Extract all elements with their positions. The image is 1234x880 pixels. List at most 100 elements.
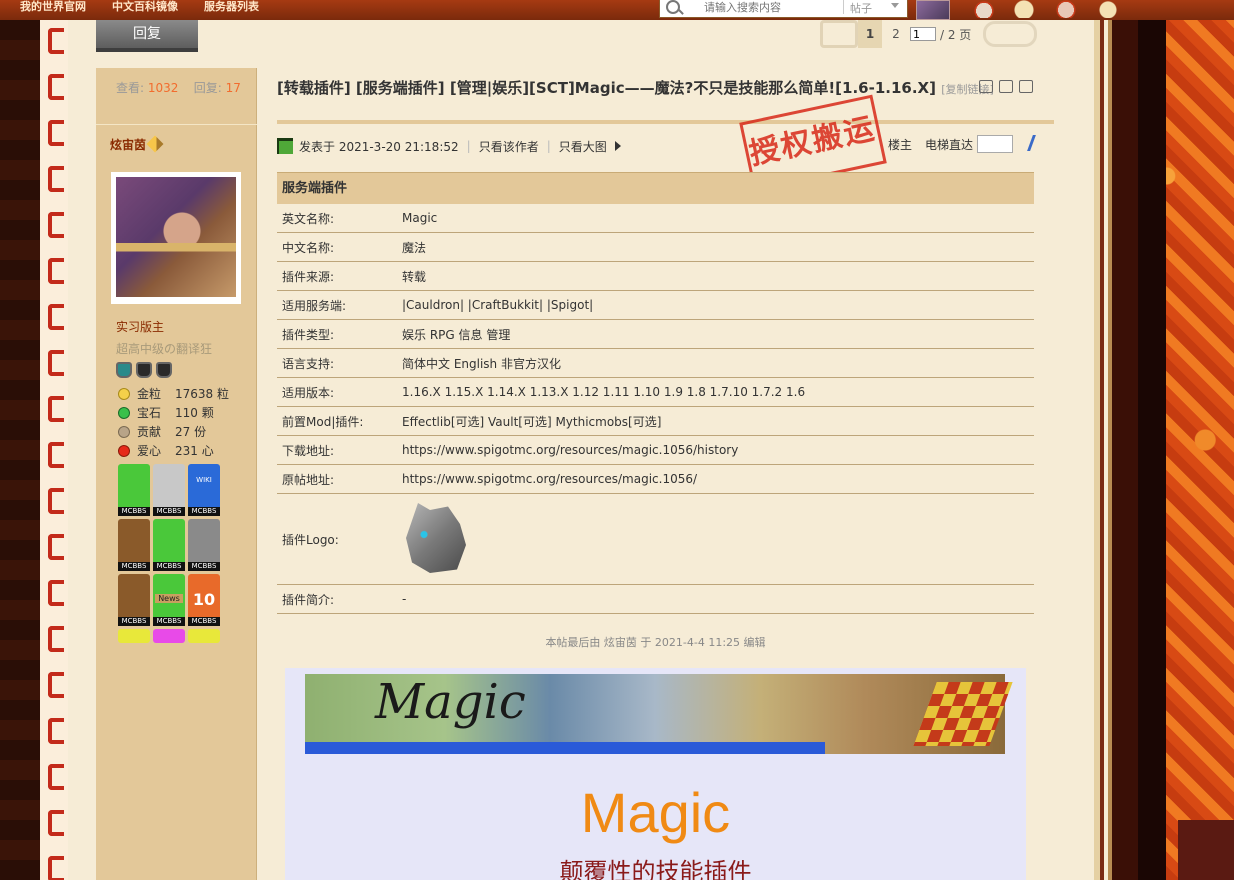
search-icon[interactable]	[666, 0, 680, 14]
medal-icon[interactable]: MCBBS	[118, 574, 150, 626]
settings-icon[interactable]	[1094, 0, 1122, 18]
medal-icon[interactable]: MCBBS	[153, 464, 185, 516]
rope-decoration	[48, 166, 64, 192]
floor-label: 楼主	[888, 138, 913, 152]
author-avatar[interactable]	[111, 172, 241, 304]
medal-icon[interactable]	[153, 629, 185, 643]
user-custom-title: 超高中级の翻译狂	[116, 342, 213, 356]
nav-link-server-list[interactable]: 服务器列表	[204, 0, 259, 20]
rope-decoration	[48, 718, 64, 744]
contribution-icon	[118, 425, 130, 438]
rope-decoration	[48, 672, 64, 698]
author-name-row: 炫宙茵	[110, 135, 164, 153]
credit-row: 金粒 17638 粒	[118, 384, 229, 403]
search-box: 帖子	[659, 0, 908, 18]
table-row: 前置Mod|插件: Effectlib[可选] Vault[可选] Mythicm…	[277, 407, 1034, 436]
nav-link-official[interactable]: 我的世界官网	[20, 0, 86, 20]
next-thread-icon[interactable]	[1019, 80, 1033, 93]
credit-label: 宝石	[137, 406, 162, 420]
table-row: 插件来源: 转载	[277, 262, 1034, 291]
search-input[interactable]	[694, 0, 844, 14]
credit-row: 爱心 231 心	[118, 441, 229, 460]
next-page-icon[interactable]	[983, 21, 1038, 47]
rope-decoration	[48, 396, 64, 422]
rope-decoration	[48, 350, 64, 376]
divider	[277, 120, 1054, 124]
medal-icon[interactable]	[188, 629, 220, 643]
post-content: Magic Magic 颠覆性的技能插件	[285, 668, 1026, 880]
banner-image[interactable]: Magic	[305, 674, 1013, 754]
user-rank[interactable]: 实习版主	[116, 318, 164, 335]
credit-label: 金粒	[137, 387, 162, 401]
thread-stats: 查看: 1032 回复: 17	[116, 79, 241, 96]
level-icon	[156, 362, 172, 378]
edit-note: 本帖最后由 炫宙茵 于 2021-4-4 11:25 编辑	[545, 636, 766, 649]
heart-icon	[118, 444, 130, 457]
search-type-select[interactable]: 帖子	[850, 0, 905, 15]
triangle-right-icon[interactable]	[614, 141, 621, 151]
medal-wiki-icon[interactable]: WIKI MCBBS	[188, 464, 220, 516]
level-icon	[136, 362, 152, 378]
level-icon	[116, 362, 132, 378]
table-row: 插件类型: 娱乐 RPG 信息 管理	[277, 320, 1034, 349]
thread-title: [转载插件] [服务端插件] [管理|娱乐][SCT]Magic——魔法?不只是…	[277, 79, 936, 97]
elevator-label: 电梯直达	[925, 138, 974, 152]
message-icon[interactable]	[970, 0, 998, 18]
medal-icon[interactable]: MCBBS	[188, 519, 220, 571]
medal-icon[interactable]	[118, 629, 150, 643]
credit-value: 27 份	[175, 425, 207, 439]
notification-icon[interactable]	[1052, 0, 1080, 18]
pagination: 1 2 / 2 页	[820, 20, 1038, 48]
floor-jump-input[interactable]	[977, 135, 1013, 153]
rope-decoration	[48, 580, 64, 606]
thread-title-row: [转载插件] [服务端插件] [管理|娱乐][SCT]Magic——魔法?不只是…	[277, 78, 997, 100]
print-icon[interactable]	[979, 80, 993, 93]
only-author-link[interactable]: 只看该作者	[479, 138, 539, 155]
title-tools	[979, 80, 1033, 93]
back-list-icon[interactable]	[820, 20, 858, 48]
author-sidebar: 查看: 1032 回复: 17 炫宙茵 实习版主 超高中级の翻译狂 金粒 1763…	[96, 68, 257, 880]
credit-value: 17638 粒	[175, 387, 229, 401]
replies-count: 17	[225, 81, 241, 95]
plugin-info-table: 服务端插件 英文名称: Magic 中文名称: 魔法 插件来源: 转载 适用服务端: |…	[277, 172, 1034, 614]
creeper-icon	[277, 138, 293, 154]
page-input[interactable]	[910, 27, 936, 41]
credit-value: 110 颗	[175, 406, 214, 420]
background-lava	[1138, 0, 1234, 880]
task-icon[interactable]	[1010, 0, 1038, 18]
medal-icon[interactable]: MCBBS	[118, 519, 150, 571]
views-count: 1032	[147, 81, 179, 95]
credit-value: 231 心	[175, 444, 214, 458]
table-row: 中文名称: 魔法	[277, 233, 1034, 262]
rope-decoration	[48, 74, 64, 100]
reply-button[interactable]: 回复	[96, 20, 198, 52]
background-left	[0, 0, 40, 880]
divider	[96, 124, 257, 125]
table-header: 服务端插件	[277, 172, 1034, 204]
gold-nugget-icon	[118, 387, 130, 400]
prev-thread-icon[interactable]	[999, 80, 1013, 93]
top-navbar: 我的世界官网 中文百科镜像 服务器列表 帖子	[0, 0, 1234, 20]
rope-decoration	[48, 258, 64, 284]
nav-link-wiki-mirror[interactable]: 中文百科镜像	[112, 0, 178, 20]
plugin-logo-image[interactable]	[402, 499, 470, 577]
credit-label: 贡献	[137, 425, 162, 439]
page-link[interactable]: 2	[882, 27, 910, 41]
author-name[interactable]: 炫宙茵	[110, 138, 146, 152]
post-time: 发表于 2021-3-20 21:18:52	[299, 139, 459, 154]
medal-icon[interactable]: MCBBS	[118, 464, 150, 516]
medal-ten-icon[interactable]: 10 MCBBS	[188, 574, 220, 626]
download-link[interactable]: https://www.spigotmc.org/resources/magic…	[402, 443, 738, 457]
medal-news-icon[interactable]: News MCBBS	[153, 574, 185, 626]
only-large-image-link[interactable]: 只看大图	[559, 138, 607, 155]
user-avatar[interactable]	[916, 0, 950, 20]
table-row: 插件简介: -	[277, 585, 1034, 614]
medal-icon[interactable]: MCBBS	[153, 519, 185, 571]
table-row: 适用版本: 1.16.X 1.15.X 1.14.X 1.13.X 1.12 1.…	[277, 378, 1034, 407]
medal-list: MCBBS MCBBS WIKI MCBBS MCBBS MCBBS MCBBS …	[118, 464, 222, 643]
credit-row: 贡献 27 份	[118, 422, 229, 441]
content-subtitle: 颠覆性的技能插件	[559, 858, 752, 880]
rope-decoration	[48, 764, 64, 790]
table-row: 插件Logo:	[277, 494, 1034, 585]
source-link[interactable]: https://www.spigotmc.org/resources/magic…	[402, 472, 697, 486]
